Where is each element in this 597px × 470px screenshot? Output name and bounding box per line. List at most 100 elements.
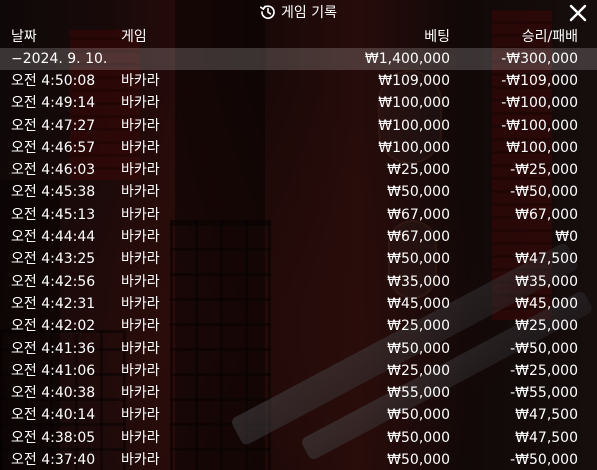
row-time: 오전 4:42:56 xyxy=(11,273,96,290)
row-game: 바카라 xyxy=(121,452,160,469)
row-result: -₩50,000 xyxy=(510,452,578,469)
column-header-bet: 베팅 xyxy=(424,29,450,45)
row-game: 바카라 xyxy=(121,407,160,424)
history-row[interactable]: 오전 4:49:14 바카라 ₩100,000 -₩100,000 xyxy=(0,92,597,114)
row-bet: ₩35,000 xyxy=(387,273,450,290)
row-game: 바카라 xyxy=(121,95,160,112)
summary-date: −2024. 9. 10. xyxy=(11,51,108,67)
history-row[interactable]: 오전 4:45:13 바카라 ₩67,000 ₩67,000 xyxy=(0,204,597,226)
summary-bet-total: ₩1,400,000 xyxy=(364,51,450,67)
row-bet: ₩50,000 xyxy=(387,452,450,469)
row-time: 오전 4:46:03 xyxy=(11,162,96,179)
column-header-result: 승리/패배 xyxy=(521,29,578,45)
row-game: 바카라 xyxy=(121,251,160,268)
row-time: 오전 4:46:57 xyxy=(11,139,96,156)
row-game: 바카라 xyxy=(121,385,160,402)
row-game: 바카라 xyxy=(121,273,160,290)
row-result: ₩35,000 xyxy=(515,273,578,290)
row-bet: ₩100,000 xyxy=(378,139,450,156)
row-bet: ₩25,000 xyxy=(387,362,450,379)
history-row[interactable]: 오전 4:46:57 바카라 ₩100,000 ₩100,000 xyxy=(0,137,597,159)
history-row[interactable]: 오전 4:42:02 바카라 ₩25,000 ₩25,000 xyxy=(0,315,597,337)
row-bet: ₩25,000 xyxy=(387,318,450,335)
row-bet: ₩67,000 xyxy=(387,229,450,246)
row-game: 바카라 xyxy=(121,73,160,89)
row-time: 오전 4:45:38 xyxy=(11,184,96,201)
row-game: 바카라 xyxy=(121,362,160,379)
row-time: 오전 4:44:44 xyxy=(11,229,96,246)
history-row[interactable]: 오전 4:41:06 바카라 ₩25,000 -₩25,000 xyxy=(0,360,597,382)
history-row[interactable]: 오전 4:46:03 바카라 ₩25,000 -₩25,000 xyxy=(0,159,597,181)
row-result: ₩47,500 xyxy=(515,429,578,446)
row-bet: ₩25,000 xyxy=(387,162,450,179)
close-icon[interactable] xyxy=(567,2,589,24)
history-row[interactable]: 오전 4:42:31 바카라 ₩45,000 ₩45,000 xyxy=(0,293,597,315)
row-time: 오전 4:40:38 xyxy=(11,385,96,402)
column-header-game: 게임 xyxy=(121,29,147,45)
row-result: ₩67,000 xyxy=(515,206,578,223)
row-game: 바카라 xyxy=(121,162,160,179)
row-result: -₩25,000 xyxy=(510,362,578,379)
row-time: 오전 4:41:06 xyxy=(11,362,96,379)
history-row[interactable]: 오전 4:45:38 바카라 ₩50,000 -₩50,000 xyxy=(0,181,597,203)
row-game: 바카라 xyxy=(121,206,160,223)
row-game: 바카라 xyxy=(121,295,160,312)
history-row[interactable]: 오전 4:47:27 바카라 ₩100,000 -₩100,000 xyxy=(0,115,597,137)
row-bet: ₩50,000 xyxy=(387,340,450,357)
game-history-screen: 게임 기록 날짜 게임 베팅 승리/패배 −2024. 9. 10. ₩1,40… xyxy=(0,0,597,470)
row-result: -₩25,000 xyxy=(510,162,578,179)
row-result: ₩0 xyxy=(555,229,578,246)
row-time: 오전 4:45:13 xyxy=(11,206,96,223)
row-time: 오전 4:42:31 xyxy=(11,295,96,312)
history-row[interactable]: 오전 4:42:56 바카라 ₩35,000 ₩35,000 xyxy=(0,271,597,293)
row-bet: ₩50,000 xyxy=(387,251,450,268)
column-header-date: 날짜 xyxy=(11,29,37,45)
row-game: 바카라 xyxy=(121,184,160,201)
row-game: 바카라 xyxy=(121,340,160,357)
date-summary-row[interactable]: −2024. 9. 10. ₩1,400,000 -₩300,000 xyxy=(0,48,597,70)
row-result: -₩50,000 xyxy=(510,340,578,357)
history-row[interactable]: 오전 4:37:40 바카라 ₩50,000 -₩50,000 xyxy=(0,449,597,470)
row-game: 바카라 xyxy=(121,139,160,156)
row-bet: ₩55,000 xyxy=(387,385,450,402)
row-result: -₩100,000 xyxy=(501,117,578,134)
row-game: 바카라 xyxy=(121,117,160,134)
row-time: 오전 4:47:27 xyxy=(11,117,96,134)
modal-title-wrap: 게임 기록 xyxy=(0,3,597,23)
row-time: 오전 4:49:14 xyxy=(11,95,96,112)
row-result: -₩100,000 xyxy=(501,95,578,112)
row-time: 오전 4:40:14 xyxy=(11,407,96,424)
history-row[interactable]: 오전 4:41:36 바카라 ₩50,000 -₩50,000 xyxy=(0,338,597,360)
row-bet: ₩100,000 xyxy=(378,117,450,134)
row-time: 오전 4:50:08 xyxy=(11,73,96,89)
row-result: ₩47,500 xyxy=(515,407,578,424)
row-game: 바카라 xyxy=(121,229,160,246)
row-bet: ₩50,000 xyxy=(387,184,450,201)
row-time: 오전 4:38:05 xyxy=(11,429,96,446)
history-row[interactable]: 오전 4:40:38 바카라 ₩55,000 -₩55,000 xyxy=(0,382,597,404)
history-row[interactable]: 오전 4:38:05 바카라 ₩50,000 ₩47,500 xyxy=(0,427,597,449)
history-row[interactable]: 오전 4:40:14 바카라 ₩50,000 ₩47,500 xyxy=(0,404,597,426)
row-bet: ₩50,000 xyxy=(387,407,450,424)
row-result: -₩50,000 xyxy=(510,184,578,201)
modal-header: 게임 기록 xyxy=(0,0,597,26)
history-row[interactable]: 오전 4:43:25 바카라 ₩50,000 ₩47,500 xyxy=(0,248,597,270)
row-time: 오전 4:42:02 xyxy=(11,318,96,335)
row-game: 바카라 xyxy=(121,318,160,335)
history-row[interactable]: 오전 4:50:08 바카라 ₩109,000 -₩109,000 xyxy=(0,70,597,92)
row-result: ₩45,000 xyxy=(515,295,578,312)
column-header-row: 날짜 게임 베팅 승리/패배 xyxy=(0,26,597,48)
row-bet: ₩67,000 xyxy=(387,206,450,223)
modal-title: 게임 기록 xyxy=(281,5,337,21)
row-result: -₩109,000 xyxy=(501,73,578,89)
summary-result-total: -₩300,000 xyxy=(501,51,578,67)
row-bet: ₩50,000 xyxy=(387,429,450,446)
history-list: 오전 4:50:08 바카라 ₩109,000 -₩109,000 오전 4:49:1… xyxy=(0,70,597,470)
row-bet: ₩109,000 xyxy=(378,73,450,89)
row-time: 오전 4:37:40 xyxy=(11,452,96,469)
row-result: -₩55,000 xyxy=(510,385,578,402)
row-bet: ₩100,000 xyxy=(378,95,450,112)
history-row[interactable]: 오전 4:44:44 바카라 ₩67,000 ₩0 xyxy=(0,226,597,248)
row-time: 오전 4:43:25 xyxy=(11,251,96,268)
row-result: ₩100,000 xyxy=(506,139,578,156)
